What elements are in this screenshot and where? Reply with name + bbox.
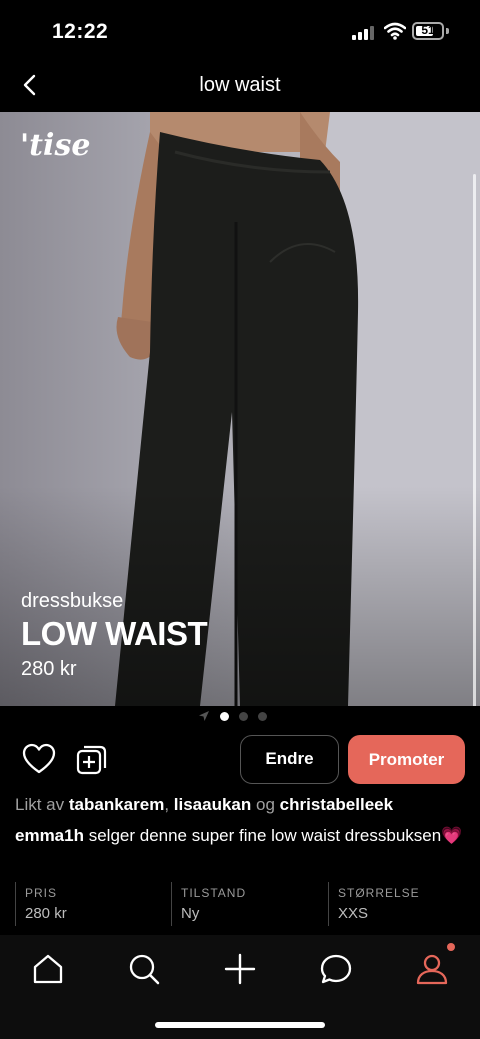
- home-icon[interactable]: [28, 949, 68, 989]
- pager-dot[interactable]: [258, 712, 267, 721]
- like-button[interactable]: [22, 743, 56, 777]
- detail-size: STØRRELSE XXS: [328, 882, 465, 926]
- profile-icon[interactable]: [412, 949, 452, 989]
- pager-dot[interactable]: [220, 712, 229, 721]
- chat-icon[interactable]: [316, 949, 356, 989]
- wifi-icon: [384, 22, 406, 40]
- page-title: low waist: [199, 74, 281, 96]
- edit-button[interactable]: Endre: [240, 735, 339, 784]
- liker-username[interactable]: lisaaukan: [174, 795, 252, 814]
- liked-by: Likt av tabankarem, lisaaukan og christa…: [15, 795, 394, 814]
- image-scrollbar: [473, 174, 476, 706]
- battery-icon: 51: [412, 22, 444, 40]
- promote-button[interactable]: Promoter: [348, 735, 465, 784]
- product-description: emma1h selger denne super fine low waist…: [15, 824, 465, 848]
- location-arrow-icon: [199, 711, 209, 721]
- battery-level: 51: [421, 23, 435, 37]
- cellular-signal-icon: [352, 26, 374, 40]
- detail-condition: TILSTAND Ny: [171, 882, 321, 926]
- image-pager[interactable]: [198, 709, 278, 723]
- add-icon[interactable]: [220, 949, 260, 989]
- liker-username[interactable]: christabelleek: [280, 795, 393, 814]
- search-icon[interactable]: [124, 949, 164, 989]
- product-details: PRIS 280 kr TILSTAND Ny STØRRELSE XXS: [15, 882, 465, 926]
- notification-badge: [447, 943, 455, 951]
- product-title: LOW WAIST: [21, 615, 208, 652]
- product-price: 280 kr: [21, 658, 77, 680]
- description-text: selger denne super fine low waist dressb…: [88, 826, 463, 845]
- seller-username[interactable]: emma1h: [15, 826, 84, 845]
- nav-header: low waist: [0, 62, 480, 112]
- status-time: 12:22: [52, 20, 109, 43]
- detail-price: PRIS 280 kr: [15, 882, 165, 926]
- pager-dot[interactable]: [239, 712, 248, 721]
- tise-logo: 'tise: [20, 128, 91, 163]
- liker-username[interactable]: tabankarem: [69, 795, 164, 814]
- home-indicator: [155, 1022, 325, 1028]
- status-bar: 12:22 51: [0, 0, 480, 62]
- product-category: dressbukse: [21, 590, 124, 612]
- add-to-collection-icon[interactable]: [76, 743, 108, 777]
- product-image[interactable]: 'tise dressbukse LOW WAIST 280 kr: [0, 112, 480, 706]
